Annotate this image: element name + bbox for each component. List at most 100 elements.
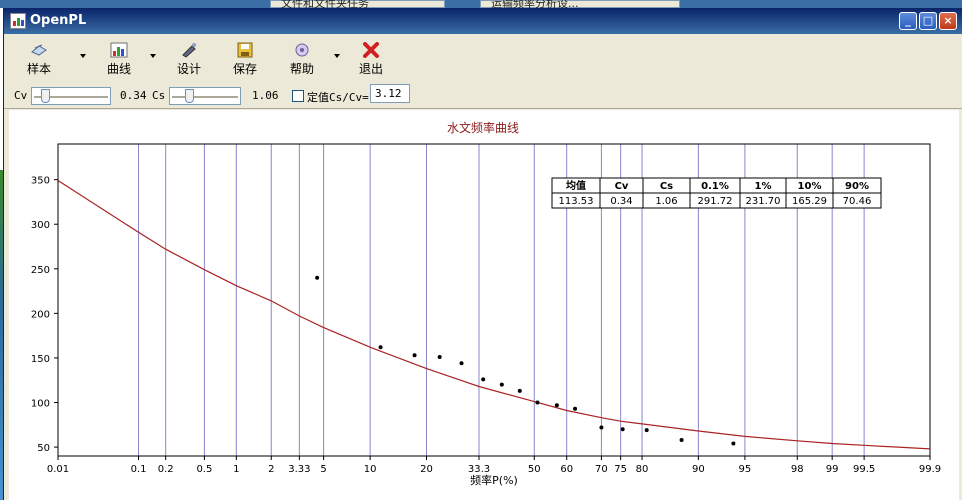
window-title: OpenPL	[30, 13, 87, 28]
data-point	[315, 275, 320, 280]
x-tick-label: 99.5	[853, 464, 875, 475]
cv-slider[interactable]	[31, 87, 111, 105]
cs-label: Cs	[152, 89, 166, 102]
frequency-chart: 水文频率曲线 50100150200250300350 0.01 0.1 0.2 0.…	[31, 120, 941, 487]
table-header-text: 1%	[755, 181, 772, 192]
x-tick-label: 20	[420, 464, 433, 475]
table-value-text: 165.29	[792, 196, 827, 207]
x-tick-label: 90	[692, 464, 705, 475]
data-point	[378, 345, 383, 350]
help-dropdown-arrow-icon[interactable]	[334, 54, 340, 58]
x-tick-label: 0.2	[158, 464, 174, 475]
sample-button[interactable]: 样本	[15, 40, 63, 80]
x-tick-label: 0.1	[131, 464, 147, 475]
chart-area: 水文频率曲线 50 100 150 200 250 300 350 0.01 0.1 0.2 0.…	[9, 110, 959, 500]
table-header-text: 0.1%	[701, 181, 729, 192]
close-button[interactable]: ×	[939, 12, 957, 30]
x-axis-label: 频率P(%)	[470, 473, 518, 487]
x-tick-label: 60	[560, 464, 573, 475]
x-tick-label: 50	[528, 464, 541, 475]
data-point	[731, 441, 736, 446]
data-point	[499, 382, 504, 387]
exit-button[interactable]: 退出	[347, 40, 395, 80]
data-point	[644, 428, 649, 433]
ratio-input[interactable]: 3.12	[370, 84, 410, 103]
table-value-text: 113.53	[559, 196, 594, 207]
data-point	[517, 388, 522, 393]
app-icon	[10, 13, 26, 29]
y-tick-label: 50	[37, 443, 50, 454]
y-tick-label: 250	[31, 265, 50, 276]
chart-title: 水文频率曲线	[447, 120, 519, 135]
table-value-text: 0.34	[610, 196, 632, 207]
x-tick-label: 70	[595, 464, 608, 475]
table-header-text: Cs	[660, 181, 673, 192]
table-header-text: Cv	[615, 181, 629, 192]
x-tick-label: 0.5	[196, 464, 212, 475]
help-button[interactable]: 帮助	[278, 40, 326, 80]
design-button[interactable]: 设计	[165, 40, 213, 80]
cs-slider-thumb[interactable]	[184, 89, 194, 103]
y-axis: 50 100 150 200 250 300 350	[31, 176, 58, 454]
x-tick-label: 10	[364, 464, 377, 475]
exit-icon	[363, 42, 379, 58]
table-value-text: 291.72	[698, 196, 733, 207]
data-point	[573, 406, 578, 411]
x-tick-label: 80	[636, 464, 649, 475]
chart-series	[57, 179, 931, 450]
curve-button[interactable]: 曲线	[95, 40, 143, 80]
data-point	[459, 361, 464, 366]
cs-slider[interactable]	[169, 87, 241, 105]
table-value-text: 231.70	[746, 196, 781, 207]
stats-table: 均值 113.53 Cv 0.34 Cs 1.06 0.1% 291.72 1% 231.70 10…	[551, 177, 882, 209]
fixed-ratio-checkbox[interactable]	[292, 90, 304, 102]
x-tick-label: 0.01	[47, 464, 69, 475]
help-icon	[295, 43, 309, 57]
x-tick-label: 5	[320, 464, 326, 475]
fixed-ratio-label: 定值Cs/Cv=	[307, 91, 369, 104]
sample-dropdown-arrow-icon[interactable]	[80, 54, 86, 58]
table-value-text: 1.06	[655, 196, 677, 207]
data-point	[412, 353, 417, 358]
background-tab: 运输频率分析设...	[480, 0, 680, 10]
sample-icon	[31, 44, 47, 56]
cv-slider-thumb[interactable]	[40, 89, 50, 103]
x-tick-label: 95	[739, 464, 752, 475]
data-point	[554, 403, 559, 408]
data-point	[599, 425, 604, 430]
data-point	[679, 437, 684, 442]
x-tick-label: 3.33	[288, 464, 310, 475]
cs-value: 1.06	[252, 89, 279, 102]
data-point	[437, 355, 442, 360]
x-tick-label: 75	[614, 464, 627, 475]
data-point	[620, 427, 625, 432]
save-icon	[237, 42, 253, 58]
x-tick-label: 98	[791, 464, 804, 475]
y-tick-label: 100	[31, 399, 50, 410]
curve-icon	[110, 42, 128, 58]
frequency-curve	[57, 179, 931, 450]
data-point	[535, 400, 540, 405]
minimize-button[interactable]: _	[899, 12, 917, 30]
maximize-button[interactable]: □	[919, 12, 937, 30]
title-bar[interactable]: OpenPL _ □ ×	[4, 8, 962, 34]
y-tick-label: 300	[31, 220, 50, 231]
table-header-text: 10%	[798, 181, 822, 192]
curve-dropdown-arrow-icon[interactable]	[150, 54, 156, 58]
parameter-bar: Cv 0.34 Cs 1.06 定值Cs/Cv= 3.12	[4, 84, 962, 109]
y-tick-label: 350	[31, 176, 50, 187]
cs-slider-track	[172, 96, 238, 98]
x-tick-label: 1	[233, 464, 239, 475]
x-tick-label: 99	[826, 464, 839, 475]
table-value-text: 70.46	[843, 196, 872, 207]
background-tab: 文件和文件夹任务	[270, 0, 445, 10]
x-tick-label: 2	[268, 464, 274, 475]
table-header-text: 均值	[566, 179, 586, 192]
design-icon	[182, 43, 196, 58]
y-tick-label: 150	[31, 354, 50, 365]
x-axis: 0.01 0.1 0.2 0.5 1 2 3.33 5 10 20 33.3 50 60 70 75 80 90…	[47, 456, 941, 475]
x-tick-label: 99.9	[919, 464, 941, 475]
cv-value: 0.34	[120, 89, 147, 102]
cv-label: Cv	[14, 89, 28, 102]
save-button[interactable]: 保存	[221, 40, 269, 80]
